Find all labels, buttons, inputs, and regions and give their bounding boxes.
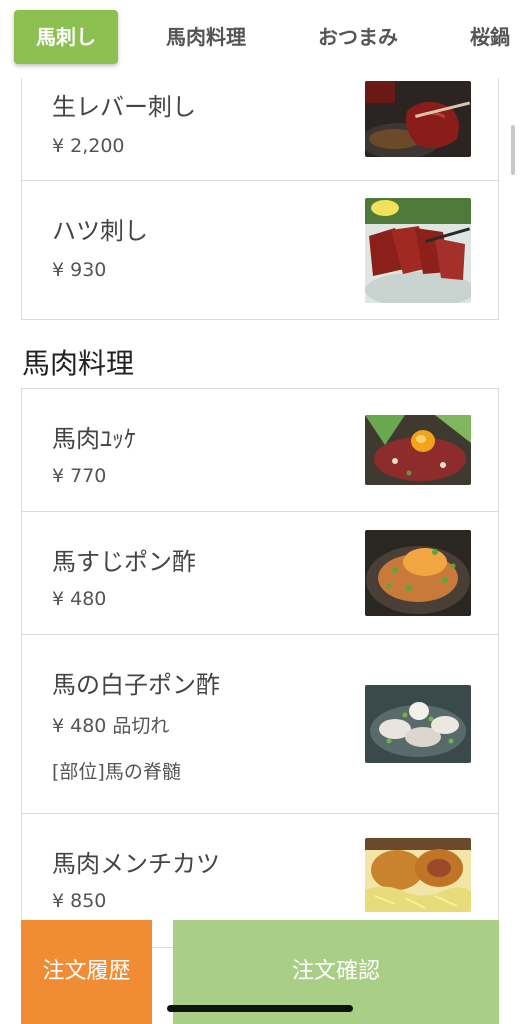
menu-card-basashi: 生レバー刺し ¥ 2,200 ハツ刺し ¥ 930	[21, 60, 499, 320]
tab-otsumami[interactable]: おつまみ	[318, 10, 398, 64]
item-name: 馬の白子ポン酢	[52, 671, 220, 699]
section-title: 馬肉料理	[22, 347, 135, 380]
item-name: 生レバー刺し	[52, 93, 196, 121]
item-price: ¥ 930	[52, 259, 107, 281]
tab-basashi[interactable]: 馬刺し	[14, 10, 118, 64]
item-name: 馬肉メンチカツ	[52, 850, 220, 878]
scrollbar[interactable]	[511, 125, 515, 175]
item-price: ¥ 480 品切れ	[52, 715, 170, 737]
item-photo-suji-ponzu	[365, 530, 471, 616]
item-photo-liver	[365, 81, 471, 157]
menu-item[interactable]: ハツ刺し ¥ 930	[22, 181, 498, 320]
item-price: ¥ 480	[52, 588, 107, 610]
item-name: 馬肉ﾕｯｹ	[52, 425, 136, 453]
item-photo-heart	[365, 198, 471, 303]
order-history-button[interactable]: 注文履歴	[21, 920, 152, 1024]
item-photo-yukke	[365, 415, 471, 485]
item-price: ¥ 2,200	[52, 135, 125, 157]
item-price: ¥ 770	[52, 465, 107, 487]
menu-item[interactable]: 馬肉ﾕｯｹ ¥ 770	[22, 389, 498, 512]
item-photo-shirako-ponzu	[365, 685, 471, 763]
item-note: [部位]馬の脊髄	[52, 761, 181, 783]
menu-item[interactable]: 生レバー刺し ¥ 2,200	[22, 61, 498, 181]
home-indicator	[167, 1005, 353, 1012]
item-name: 馬すじポン酢	[52, 548, 196, 576]
menu-item[interactable]: 馬の白子ポン酢 ¥ 480 品切れ [部位]馬の脊髄	[22, 635, 498, 814]
menu-item[interactable]: 馬すじポン酢 ¥ 480	[22, 512, 498, 635]
item-photo-menchi-katsu	[365, 838, 471, 912]
tab-horse-meat-dishes[interactable]: 馬肉料理	[166, 10, 246, 64]
category-tab-bar: 馬刺し 馬肉料理 おつまみ 桜鍋	[0, 0, 520, 78]
item-price: ¥ 850	[52, 890, 107, 912]
tab-sakura-nabe[interactable]: 桜鍋	[470, 10, 510, 64]
menu-card-horse-meat-dishes: 馬肉ﾕｯｹ ¥ 770 馬すじポン酢 ¥ 480 馬の白子ポン酢 ¥ 480 品…	[21, 388, 499, 948]
item-name: ハツ刺し	[52, 217, 148, 245]
